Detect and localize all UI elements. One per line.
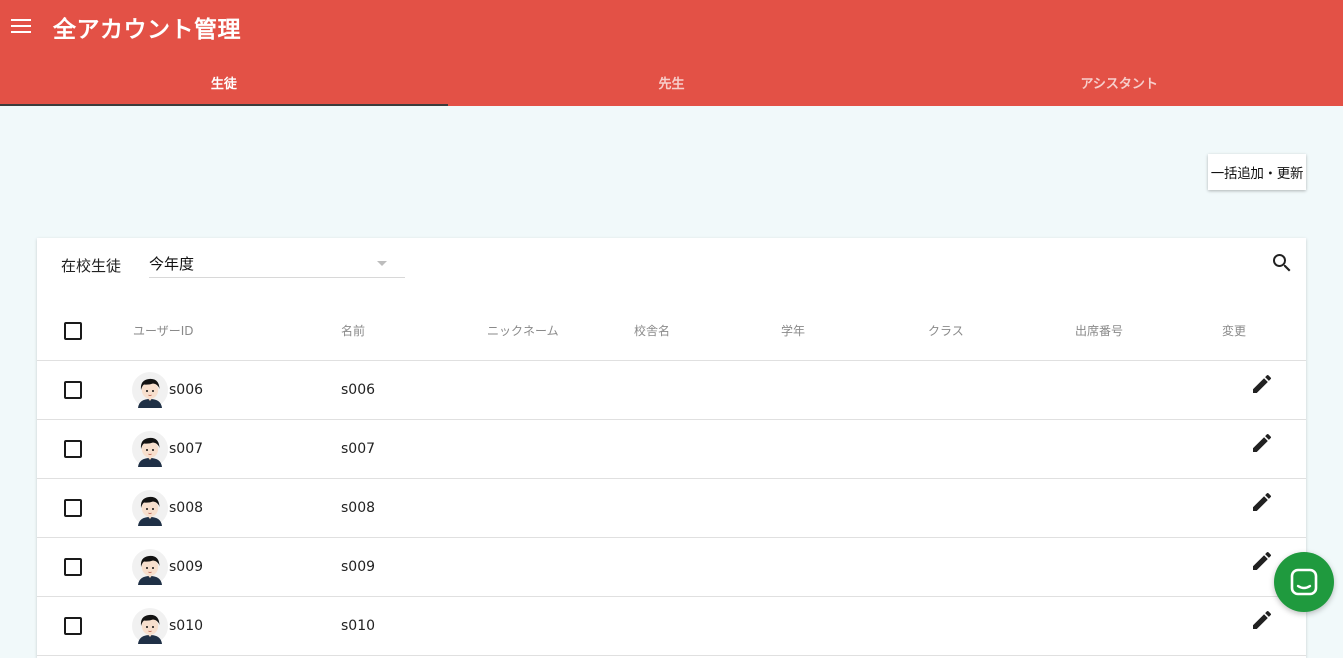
school-cell	[634, 596, 781, 656]
grade-cell	[781, 360, 928, 420]
edit-pencil-icon[interactable]	[1250, 490, 1274, 514]
column-header-name[interactable]: 名前	[341, 302, 487, 361]
tab-teachers[interactable]: 先生	[448, 58, 896, 106]
name-cell: s010	[341, 596, 487, 656]
tab-assistants[interactable]: アシスタント	[895, 58, 1343, 106]
edit-pencil-icon[interactable]	[1250, 549, 1274, 573]
avatar	[132, 430, 168, 467]
table-row: s009 s009	[37, 537, 1306, 597]
user-id-text: s006	[169, 381, 204, 398]
user-id-text: s007	[169, 440, 204, 457]
app-bar: 全アカウント管理 生徒 先生 アシスタント	[0, 0, 1343, 106]
edit-cell	[1222, 478, 1306, 538]
nickname-cell	[487, 537, 634, 597]
dropdown-caret-icon	[377, 261, 387, 266]
class-cell	[928, 419, 1075, 479]
edit-pencil-icon[interactable]	[1250, 608, 1274, 632]
school-cell	[634, 478, 781, 538]
name-cell: s007	[341, 419, 487, 479]
number-cell	[1075, 360, 1222, 420]
search-icon[interactable]	[1270, 251, 1294, 275]
select-all-checkbox[interactable]	[64, 321, 82, 340]
class-cell	[928, 537, 1075, 597]
school-cell	[634, 360, 781, 420]
table-row: s010 s010	[37, 596, 1306, 656]
name-cell: s008	[341, 478, 487, 538]
user-id-text: s008	[169, 499, 204, 516]
user-id-text: s009	[169, 558, 204, 575]
name-cell: s009	[341, 537, 487, 597]
row-checkbox[interactable]	[64, 380, 82, 399]
grade-cell	[781, 478, 928, 538]
edit-cell	[1222, 419, 1306, 479]
nickname-cell	[487, 596, 634, 656]
chat-icon	[1290, 568, 1318, 596]
table-row: s008 s008	[37, 478, 1306, 538]
name-cell: s006	[341, 360, 487, 420]
table-row: s007 s007	[37, 419, 1306, 479]
accounts-table: ユーザーID 名前 ニックネーム 校舎名 学年 クラス 出席番号 変更 s006…	[37, 302, 1306, 656]
edit-cell	[1222, 360, 1306, 420]
tab-students[interactable]: 生徒	[0, 58, 448, 106]
class-cell	[928, 360, 1075, 420]
nickname-cell	[487, 360, 634, 420]
class-cell	[928, 596, 1075, 656]
number-cell	[1075, 596, 1222, 656]
year-select-value: 今年度	[149, 255, 195, 273]
table-header-row: ユーザーID 名前 ニックネーム 校舎名 学年 クラス 出席番号 変更	[37, 302, 1306, 361]
row-checkbox[interactable]	[64, 439, 82, 458]
user-id-cell: s007	[132, 430, 341, 467]
column-header-user-id[interactable]: ユーザーID	[133, 302, 341, 361]
user-id-cell: s006	[132, 371, 341, 408]
chat-support-button[interactable]	[1274, 552, 1334, 612]
filter-label: 在校生徒	[61, 257, 122, 275]
user-id-cell: s010	[132, 607, 341, 644]
row-checkbox[interactable]	[64, 498, 82, 517]
grade-cell	[781, 419, 928, 479]
number-cell	[1075, 537, 1222, 597]
user-id-cell: s009	[132, 548, 341, 585]
tab-bar: 生徒 先生 アシスタント	[0, 58, 1343, 106]
column-header-school[interactable]: 校舎名	[634, 302, 781, 361]
avatar	[132, 607, 168, 644]
school-cell	[634, 419, 781, 479]
page-title: 全アカウント管理	[53, 17, 241, 43]
column-header-nickname[interactable]: ニックネーム	[487, 302, 634, 361]
grade-cell	[781, 596, 928, 656]
nickname-cell	[487, 419, 634, 479]
column-header-edit: 変更	[1222, 302, 1306, 361]
student-table-card: 在校生徒 今年度 ユーザーID 名前 ニックネーム 校舎名 学年 クラス 出席番…	[37, 238, 1306, 658]
avatar	[132, 548, 168, 585]
row-checkbox[interactable]	[64, 557, 82, 576]
class-cell	[928, 478, 1075, 538]
user-id-text: s010	[169, 617, 204, 634]
hamburger-menu-icon[interactable]	[10, 14, 34, 38]
column-header-number[interactable]: 出席番号	[1075, 302, 1222, 361]
school-cell	[634, 537, 781, 597]
edit-pencil-icon[interactable]	[1250, 431, 1274, 455]
bulk-add-update-button[interactable]: 一括追加・更新	[1208, 154, 1306, 190]
avatar	[132, 489, 168, 526]
user-id-cell: s008	[132, 489, 341, 526]
column-header-grade[interactable]: 学年	[781, 302, 928, 361]
nickname-cell	[487, 478, 634, 538]
table-row: s006 s006	[37, 360, 1306, 420]
edit-pencil-icon[interactable]	[1250, 372, 1274, 396]
number-cell	[1075, 419, 1222, 479]
avatar	[132, 371, 168, 408]
grade-cell	[781, 537, 928, 597]
number-cell	[1075, 478, 1222, 538]
year-select[interactable]: 今年度	[149, 250, 405, 278]
column-header-class[interactable]: クラス	[928, 302, 1075, 361]
